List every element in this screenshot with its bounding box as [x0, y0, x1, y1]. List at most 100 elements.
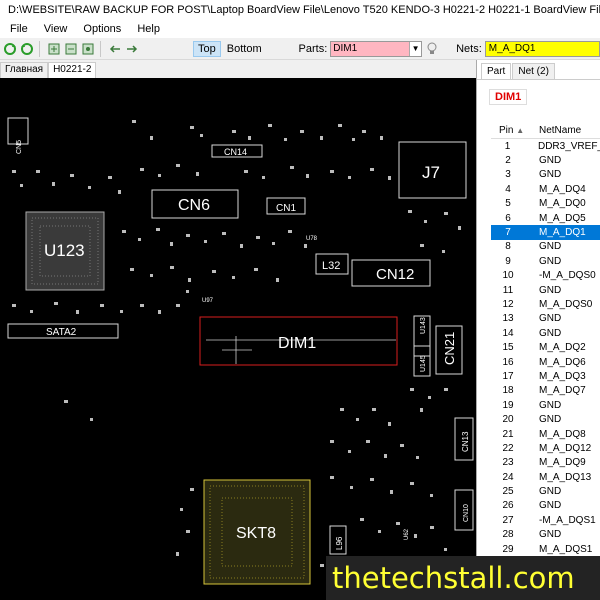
- zoom-out-icon[interactable]: [64, 41, 78, 57]
- pin-netname: GND: [539, 399, 562, 411]
- pin-number: 27: [502, 514, 514, 526]
- pin-number: 2: [505, 155, 511, 167]
- pin-netname: -M_A_DQS0: [539, 270, 596, 282]
- label-cn13: CN13: [461, 431, 470, 452]
- label-l96: L96: [335, 536, 344, 550]
- pin-netname: M_A_DQ4: [539, 183, 586, 195]
- pin-row[interactable]: 5 M_A_DQ0: [491, 197, 600, 211]
- pin-row[interactable]: 11 GND: [491, 283, 600, 297]
- pin-netname: M_A_DQ3: [539, 370, 586, 382]
- pin-row[interactable]: 3 GND: [491, 168, 600, 182]
- pin-row[interactable]: 20 GND: [491, 412, 600, 426]
- pin-row[interactable]: 29 M_A_DQS1: [491, 542, 600, 556]
- pin-rows: 1 DDR3_VREF_ 2 GND 3 GND 4 M_A_DQ4 5 M_A_DQ0 6 M_A_…: [491, 139, 600, 556]
- pin-netname: GND: [539, 155, 562, 167]
- pin-row[interactable]: 21 M_A_DQ8: [491, 427, 600, 441]
- pin-row[interactable]: 12 M_A_DQS0: [491, 297, 600, 311]
- lightbulb-icon[interactable]: [425, 41, 439, 57]
- menu-options[interactable]: Options: [75, 23, 129, 35]
- details-tabs: Part Net (2): [477, 60, 600, 80]
- pin-row[interactable]: 8 GND: [491, 240, 600, 254]
- pin-netname: M_A_DQS0: [539, 298, 593, 310]
- menu-help[interactable]: Help: [129, 23, 168, 35]
- pin-netname: GND: [539, 486, 562, 498]
- pin-row[interactable]: 24 M_A_DQ13: [491, 470, 600, 484]
- pin-netname: GND: [539, 169, 562, 181]
- pin-row[interactable]: 17 M_A_DQ3: [491, 369, 600, 383]
- menu-view[interactable]: View: [36, 23, 76, 35]
- zoom-in-icon[interactable]: [47, 41, 61, 57]
- pin-row[interactable]: 10 -M_A_DQS0: [491, 269, 600, 283]
- parts-combobox[interactable]: DIM1 ▼: [330, 40, 423, 57]
- pin-number: 9: [505, 255, 511, 267]
- pin-netname: M_A_DQ9: [539, 457, 586, 469]
- top-layer-button[interactable]: Top: [193, 40, 221, 57]
- bottom-layer-button[interactable]: Bottom: [223, 42, 266, 56]
- column-pin[interactable]: Pin ▲: [491, 125, 525, 136]
- pin-row[interactable]: 6 M_A_DQ5: [491, 211, 600, 225]
- pin-netname: GND: [539, 255, 562, 267]
- nets-field[interactable]: M_A_DQ1: [484, 40, 600, 57]
- label-cn5: CN5: [16, 140, 23, 154]
- pin-row[interactable]: 7 M_A_DQ1: [491, 225, 600, 240]
- tab-h0221-2[interactable]: H0221-2: [48, 62, 97, 78]
- title-bar: D:\WEBSITE\RAW BACKUP FOR POST\Laptop Bo…: [0, 0, 600, 20]
- pin-netname: GND: [539, 500, 562, 512]
- pin-row[interactable]: 4 M_A_DQ4: [491, 182, 600, 196]
- pin-number: 19: [502, 399, 514, 411]
- pin-number: 6: [505, 212, 511, 224]
- label-u143: U143: [420, 317, 427, 334]
- pin-row[interactable]: 14 GND: [491, 326, 600, 340]
- pin-row[interactable]: 19 GND: [491, 398, 600, 412]
- label-u78: U78: [306, 236, 318, 242]
- board-view[interactable]: CN5 CN14 J7 CN6 CN1 U123 U78 L32 CN12 U9…: [0, 78, 476, 600]
- pin-row[interactable]: 18 M_A_DQ7: [491, 384, 600, 398]
- label-cn6: CN6: [178, 197, 210, 214]
- tab-home[interactable]: Главная: [0, 62, 49, 78]
- pin-netname: GND: [539, 414, 562, 426]
- pin-netname: M_A_DQ6: [539, 356, 586, 368]
- tab-part[interactable]: Part: [481, 63, 512, 79]
- column-netname[interactable]: NetName: [525, 125, 581, 136]
- nets-label: Nets:: [456, 42, 482, 55]
- pin-row[interactable]: 28 GND: [491, 528, 600, 542]
- pin-row[interactable]: 15 M_A_DQ2: [491, 340, 600, 354]
- pin-number: 8: [505, 241, 511, 253]
- pin-table-header: Pin ▲ NetName: [491, 122, 600, 139]
- tab-net[interactable]: Net (2): [512, 63, 555, 79]
- pin-row[interactable]: 26 GND: [491, 499, 600, 513]
- pin-row[interactable]: 22 M_A_DQ12: [491, 441, 600, 455]
- label-dim1: DIM1: [278, 335, 316, 352]
- pin-netname: DDR3_VREF_: [537, 140, 600, 152]
- pin-netname: GND: [539, 327, 562, 339]
- pin-row[interactable]: 2 GND: [491, 153, 600, 167]
- label-cn1: CN1: [276, 203, 296, 214]
- pin-row[interactable]: 23 M_A_DQ9: [491, 456, 600, 470]
- pin-row[interactable]: 9 GND: [491, 254, 600, 268]
- pin-row[interactable]: 25 GND: [491, 484, 600, 498]
- pin-number: 22: [502, 442, 514, 454]
- column-pin-label: Pin: [499, 124, 514, 136]
- arrow-left-icon[interactable]: [107, 41, 121, 57]
- zoom-fit-icon[interactable]: [81, 41, 95, 57]
- arrow-right-icon[interactable]: [125, 41, 139, 57]
- pin-netname: M_A_DQ13: [539, 471, 592, 483]
- label-j7: J7: [422, 163, 440, 182]
- toolbar-separator: [38, 40, 40, 57]
- menu-file[interactable]: File: [2, 23, 36, 35]
- parts-value: DIM1: [333, 42, 358, 54]
- pin-netname: M_A_DQ8: [539, 428, 586, 440]
- toolbar: Top Bottom Parts: DIM1 ▼ Nets: M_A_DQ1: [0, 38, 600, 60]
- chevron-down-icon[interactable]: ▼: [409, 41, 422, 56]
- pin-netname: GND: [539, 529, 562, 541]
- refresh-icon[interactable]: [3, 41, 17, 57]
- pin-number: 23: [502, 457, 514, 469]
- pin-row[interactable]: 1 DDR3_VREF_: [491, 139, 600, 153]
- pin-row[interactable]: 16 M_A_DQ6: [491, 355, 600, 369]
- reload-icon[interactable]: [20, 41, 34, 57]
- pin-row[interactable]: 13 GND: [491, 312, 600, 326]
- board-canvas[interactable]: CN5 CN14 J7 CN6 CN1 U123 U78 L32 CN12 U9…: [0, 78, 476, 600]
- label-cn10: CN10: [463, 504, 470, 522]
- pin-row[interactable]: 27 -M_A_DQS1: [491, 513, 600, 527]
- pin-number: 7: [505, 227, 511, 239]
